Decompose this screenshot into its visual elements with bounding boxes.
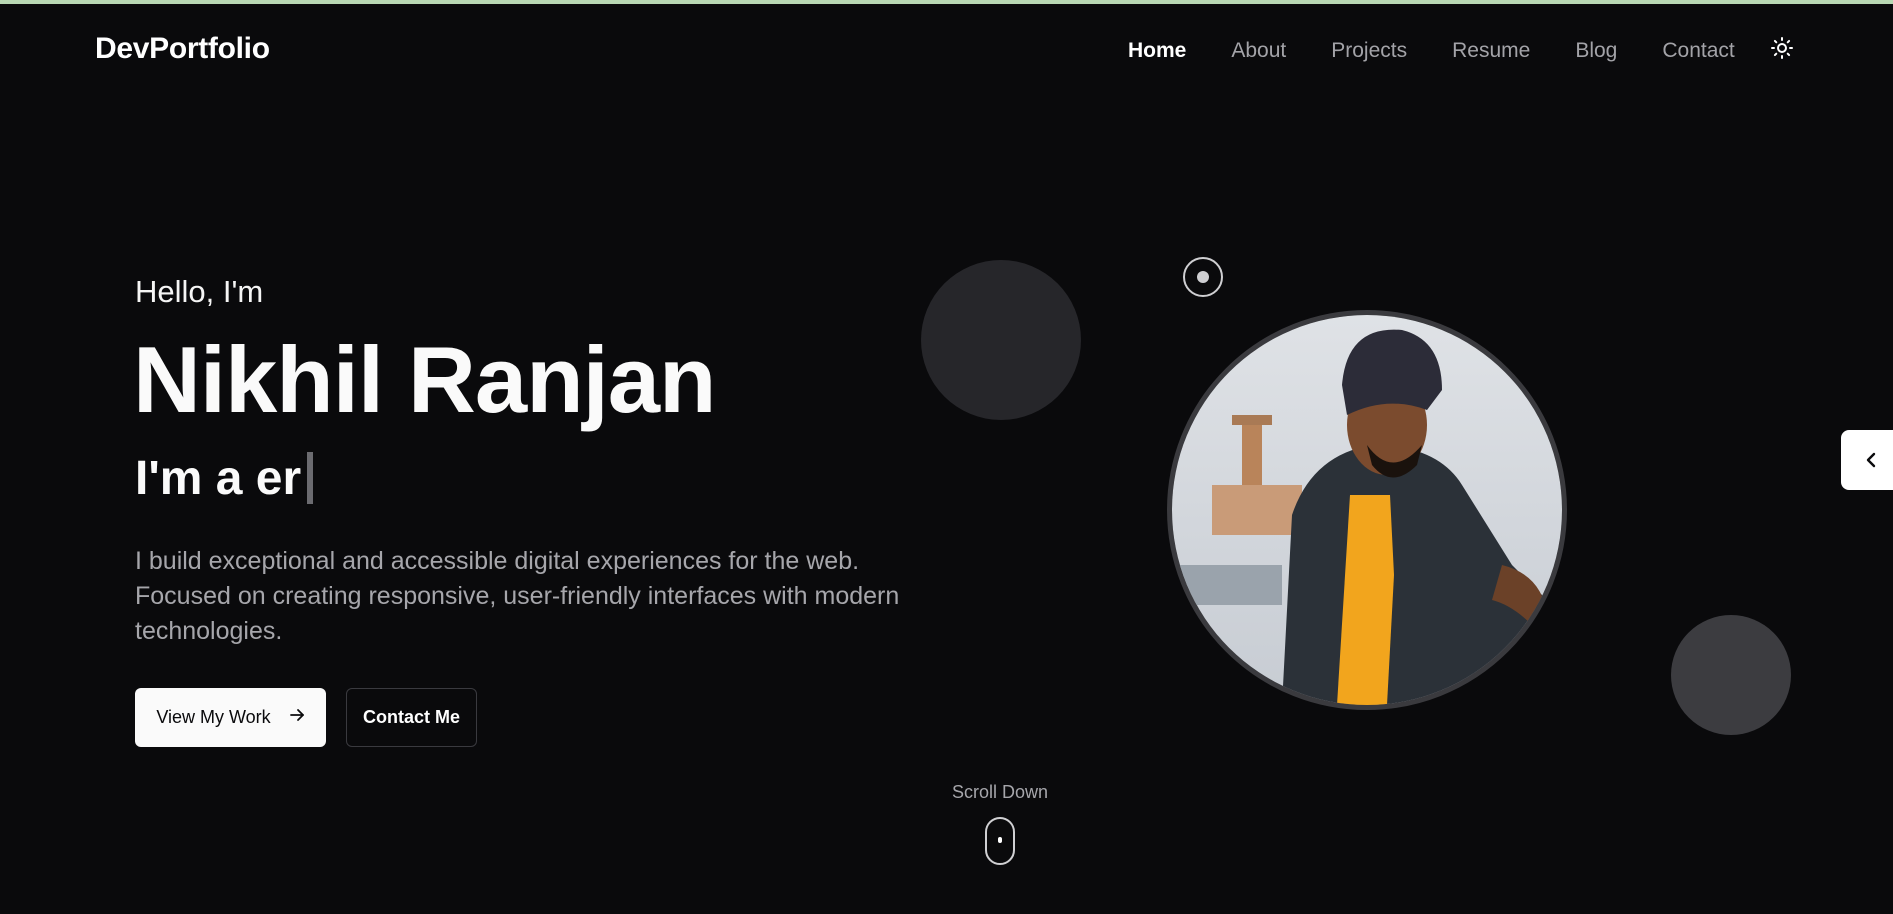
scroll-down-label: Scroll Down [951,782,1049,802]
decorative-ring-icon [1183,257,1223,297]
nav-item-blog[interactable]: Blog [1575,38,1617,64]
top-accent-bar [0,0,1893,4]
typing-cursor [307,452,314,504]
chevron-left-icon[interactable] [1841,430,1893,490]
main-nav: Home About Projects Resume Blog Contact [1128,38,1780,64]
nav-item-contact[interactable]: Contact [1662,38,1734,64]
hero-description: I build exceptional and accessible digit… [135,547,900,645]
decorative-bubble [1671,615,1791,735]
sun-icon[interactable] [1770,36,1794,60]
nav-item-projects[interactable]: Projects [1331,38,1407,64]
hero-role-typing: I'm a er [135,448,314,508]
nav-item-resume[interactable]: Resume [1452,38,1530,64]
contact-me-button[interactable]: Contact Me [346,688,477,747]
decorative-bubble [921,260,1081,420]
nav-item-about[interactable]: About [1231,38,1286,64]
hero-name: Nikhil Ranjan [133,327,716,432]
site-logo[interactable]: DevPortfolio [95,32,270,66]
view-my-work-button[interactable]: View My Work [135,688,326,747]
view-my-work-label: View My Work [156,707,271,727]
hero-role-text: I'm a er [135,451,302,505]
profile-photo [1167,310,1567,710]
arrow-right-icon [289,707,305,728]
nav-item-home[interactable]: Home [1128,38,1186,64]
hero-greeting: Hello, I'm [135,274,264,309]
mouse-icon[interactable] [985,817,1015,865]
